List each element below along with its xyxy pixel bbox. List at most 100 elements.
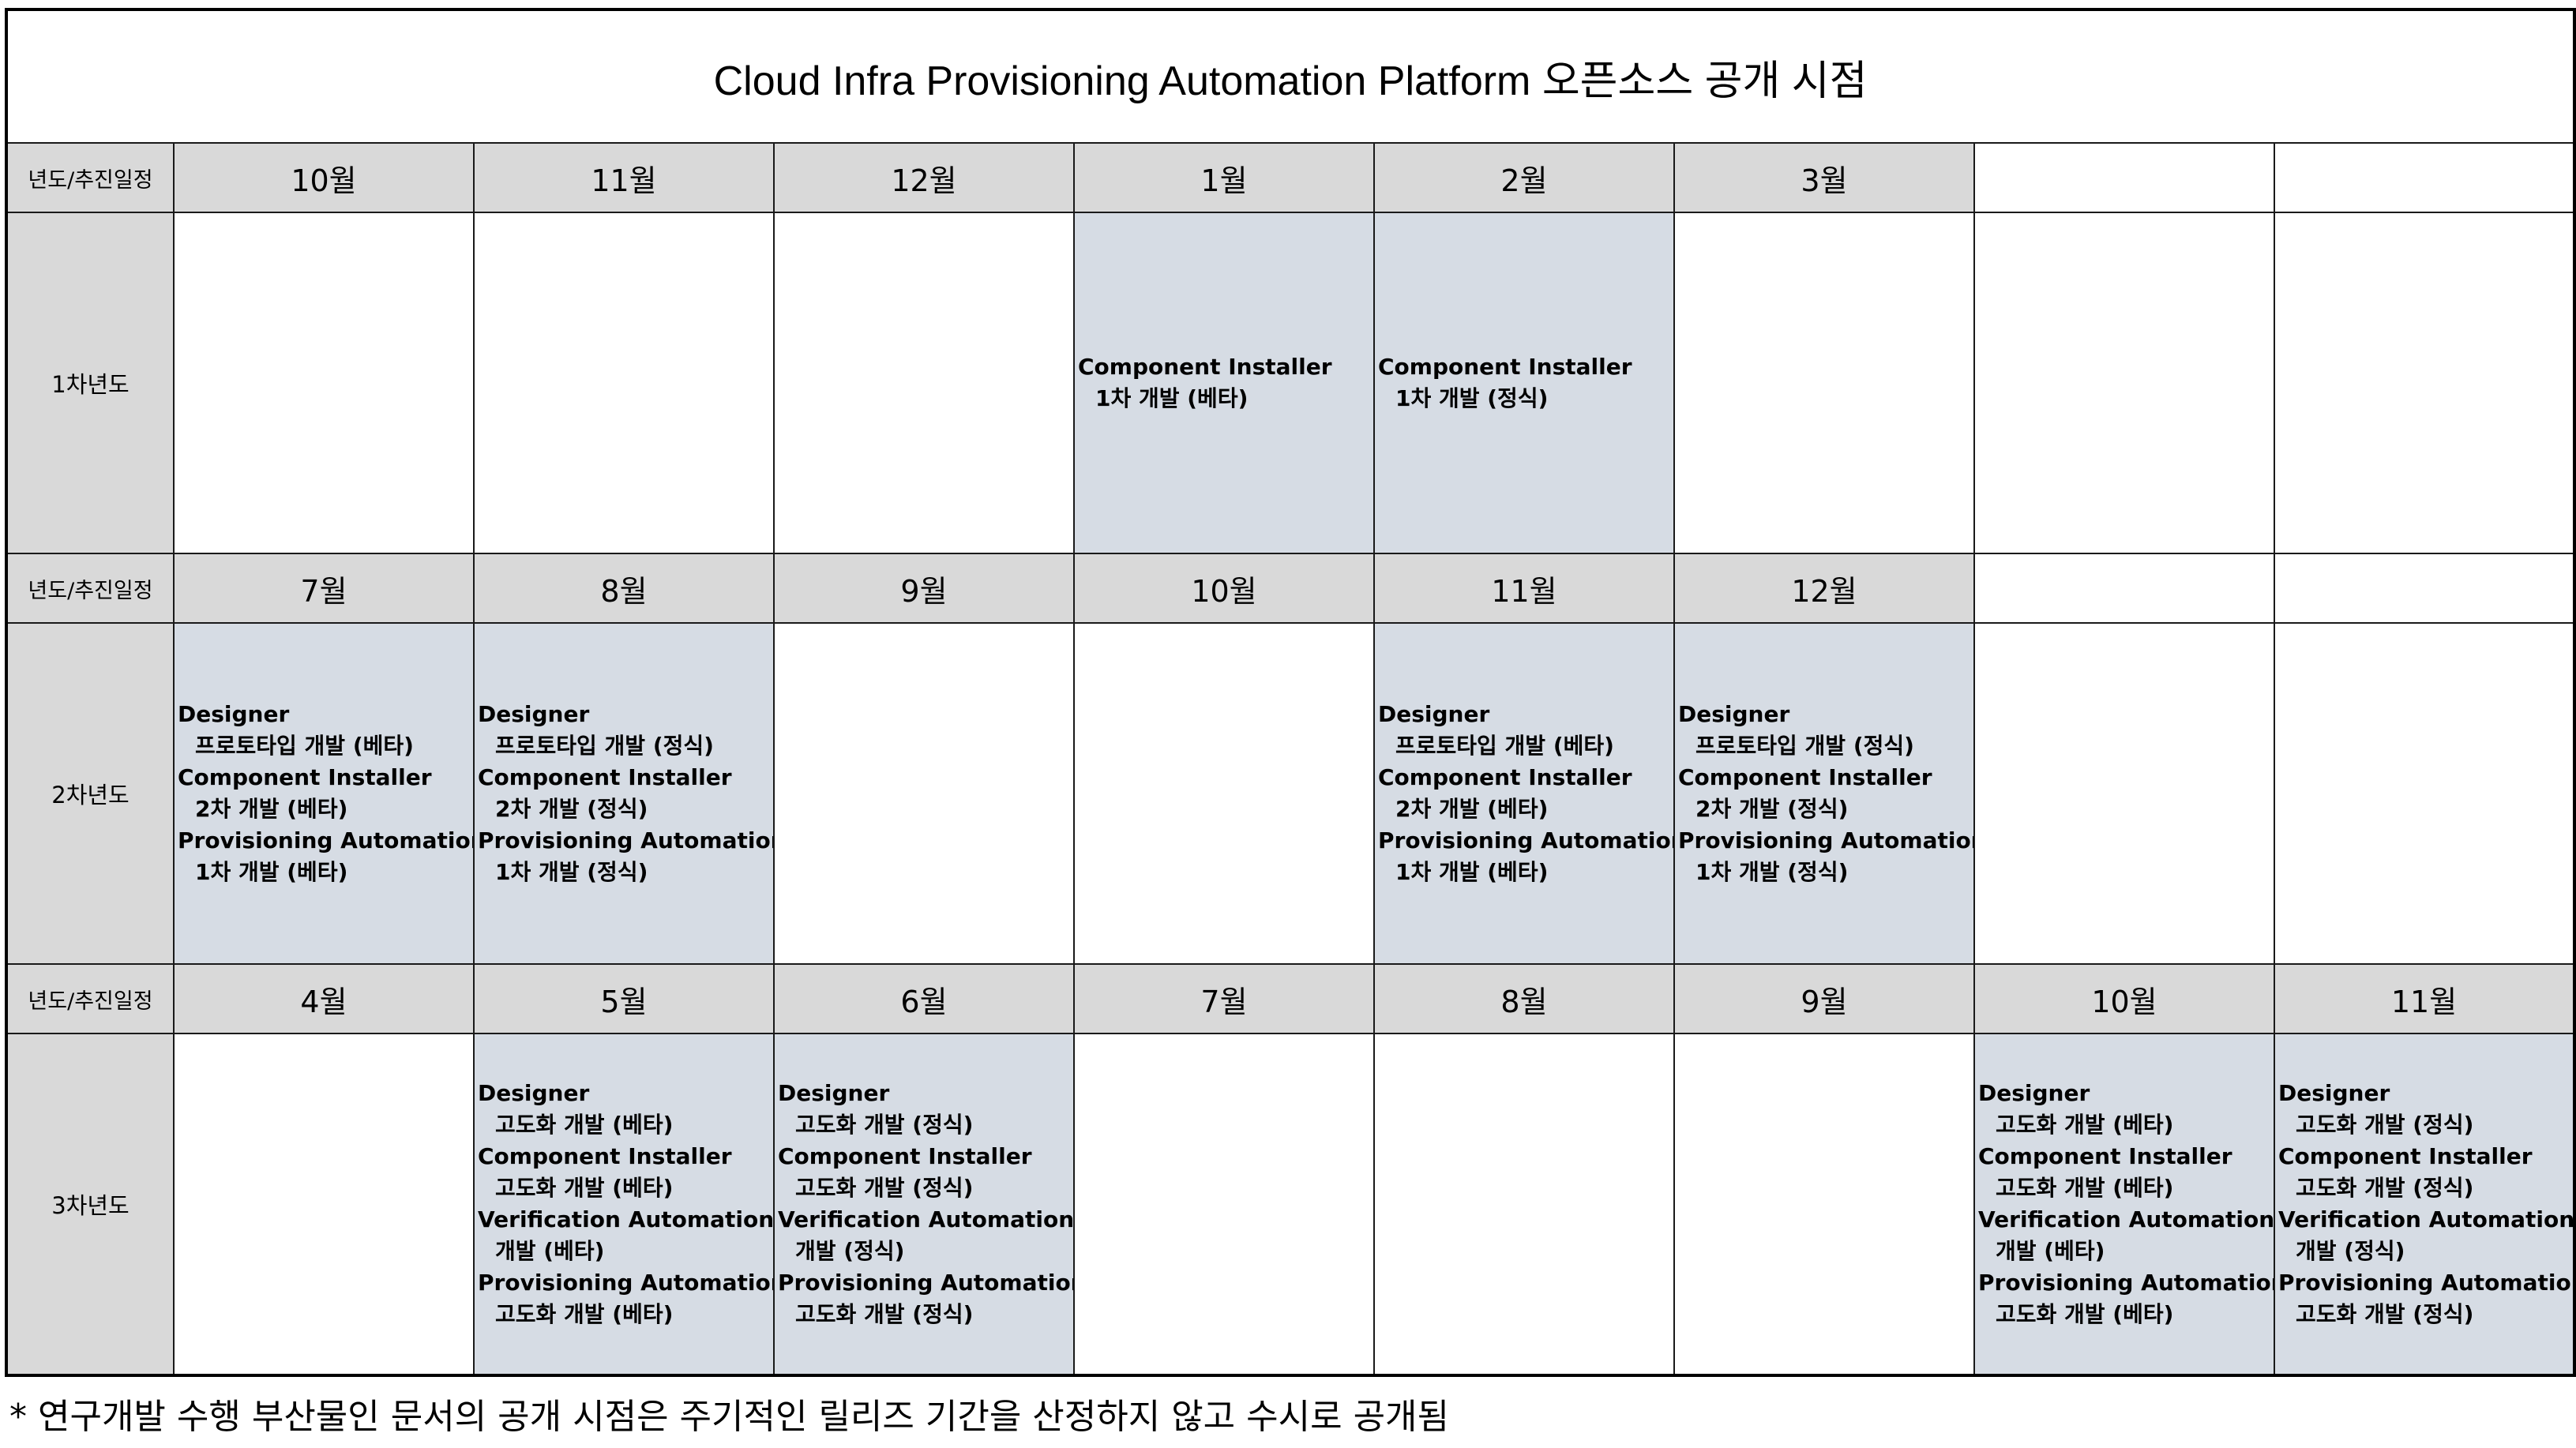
release-stage: 고도화 개발 (베타): [495, 1112, 674, 1138]
month-header-cell: 9월: [1673, 963, 1975, 1034]
component-name: Component Installer: [478, 764, 732, 790]
year-schedule-row: 2차년도 Designer 프로토타입 개발 (베타) Component Insta…: [6, 622, 2576, 965]
schedule-cell: Designer 고도화 개발 (정식) Component Installer 고도…: [773, 1033, 1075, 1376]
release-stage: 고도화 개발 (베타): [1996, 1112, 2174, 1138]
release-item-list: Designer 고도화 개발 (베타) Component Installer 고도…: [475, 1078, 774, 1330]
release-stage: 개발 (정식): [2296, 1238, 2405, 1264]
schedule-cell: Designer 프로토타입 개발 (베타) Component Installer…: [173, 622, 475, 965]
release-stage: 1차 개발 (베타): [1095, 385, 1249, 411]
component-name: Component Installer: [1078, 354, 1332, 380]
month-header-cell: 10월: [1073, 553, 1375, 624]
schedule-cell: [1973, 622, 2275, 965]
month-header-row: 년도/추진일정 4월 5월 6월 7월 8월 9월 10월 11월: [6, 963, 2576, 1034]
release-stage: 2차 개발 (베타): [195, 796, 348, 822]
release-item-list: Designer 프로토타입 개발 (베타) Component Installer…: [175, 699, 474, 888]
release-item-list: Component Installer 1차 개발 (베타): [1076, 351, 1372, 415]
title-row: Cloud Infra Provisioning Automation Plat…: [5, 9, 2576, 144]
component-name: Component Installer: [2278, 1143, 2533, 1169]
component-name: Provisioning Automation: [778, 1270, 1074, 1296]
release-stage: 고도화 개발 (베타): [1996, 1175, 2174, 1201]
component-name: Component Installer: [178, 764, 432, 790]
schedule-cell: [773, 212, 1075, 554]
year-label: 3차년도: [6, 1033, 175, 1376]
schedule-cell: [1073, 1033, 1375, 1376]
release-stage: 2차 개발 (정식): [1695, 796, 1849, 822]
schedule-cell: [1973, 212, 2275, 554]
schedule-cell: Designer 프로토타입 개발 (베타) Component Installer…: [1373, 622, 1675, 965]
schedule-cell: Designer 고도화 개발 (베타) Component Installer 고도…: [473, 1033, 775, 1376]
top-column-strip: [5, 0, 2573, 8]
schedule-cell: [173, 1033, 475, 1376]
release-schedule-table: Cloud Infra Provisioning Automation Plat…: [5, 8, 2576, 1377]
month-header-cell: 7월: [173, 553, 475, 624]
release-stage: 2차 개발 (정식): [495, 796, 648, 822]
component-name: Designer: [1678, 701, 1790, 727]
release-stage: 1차 개발 (정식): [495, 859, 648, 885]
component-name: Provisioning Automation: [478, 827, 774, 853]
month-header-cell: 2월: [1373, 142, 1675, 213]
schedule-cell: Designer 고도화 개발 (베타) Component Installer 고도…: [1973, 1033, 2275, 1376]
release-item-list: Designer 고도화 개발 (정식) Component Installer 고도…: [2276, 1078, 2575, 1330]
schedule-cell: Designer 고도화 개발 (정식) Component Installer 고도…: [2273, 1033, 2576, 1376]
release-item-list: Designer 프로토타입 개발 (베타) Component Installer…: [1376, 699, 1674, 888]
month-header-cell: [1973, 553, 2275, 624]
release-stage: 1차 개발 (정식): [1695, 859, 1849, 885]
schedule-cell: [1673, 212, 1975, 554]
row-header-label: 년도/추진일정: [6, 142, 175, 213]
month-header-cell: 3월: [1673, 142, 1975, 213]
component-name: Provisioning Automation: [1378, 827, 1674, 853]
schedule-cell: [2273, 622, 2576, 965]
component-name: Provisioning Automation: [178, 827, 474, 853]
year-schedule-row: 1차년도 Component Installer 1차 개발 (베타) Compone…: [6, 212, 2576, 554]
release-stage: 고도화 개발 (정식): [2296, 1112, 2474, 1138]
component-name: Component Installer: [1378, 764, 1632, 790]
component-name: Component Installer: [1378, 354, 1632, 380]
component-name: Verification Automation: [478, 1206, 774, 1232]
component-name: Verification Automation: [2278, 1206, 2575, 1232]
month-header-cell: 11월: [473, 142, 775, 213]
month-header-cell: [2273, 142, 2576, 213]
month-header-row: 년도/추진일정 7월 8월 9월 10월 11월 12월: [6, 553, 2576, 624]
component-name: Provisioning Automation: [2278, 1270, 2575, 1296]
component-name: Verification Automation: [778, 1206, 1074, 1232]
component-name: Designer: [478, 1080, 590, 1106]
year-label: 2차년도: [6, 622, 175, 965]
month-header-row: 년도/추진일정 10월 11월 12월 1월 2월 3월: [6, 142, 2576, 213]
release-stage: 2차 개발 (베타): [1395, 796, 1549, 822]
release-stage: 프로토타입 개발 (정식): [1695, 733, 1914, 759]
footnote: * 연구개발 수행 부산물인 문서의 공개 시점은 주기적인 릴리즈 기간을 산…: [9, 1397, 1450, 1437]
year-label: 1차년도: [6, 212, 175, 554]
component-name: Component Installer: [1978, 1143, 2232, 1169]
release-stage: 프로토타입 개발 (정식): [495, 733, 714, 759]
month-header-cell: 11월: [2273, 963, 2576, 1034]
month-header-cell: 11월: [1373, 553, 1675, 624]
release-item-list: Designer 프로토타입 개발 (정식) Component Installer…: [1676, 699, 1974, 888]
release-stage: 고도화 개발 (정식): [2296, 1301, 2474, 1327]
component-name: Designer: [478, 701, 590, 727]
year-schedule-row: 3차년도 Designer 고도화 개발 (베타) Component Install…: [6, 1033, 2576, 1376]
release-item-list: Designer 프로토타입 개발 (정식) Component Installer…: [475, 699, 774, 888]
release-stage: 고도화 개발 (베타): [495, 1175, 674, 1201]
schedule-cell: [173, 212, 475, 554]
component-name: Provisioning Automation: [1978, 1270, 2274, 1296]
row-header-label: 년도/추진일정: [6, 963, 175, 1034]
release-stage: 1차 개발 (베타): [1395, 859, 1549, 885]
component-name: Component Installer: [778, 1143, 1032, 1169]
month-header-cell: 10월: [1973, 963, 2275, 1034]
month-header-cell: 10월: [173, 142, 475, 213]
release-stage: 고도화 개발 (정식): [795, 1175, 974, 1201]
release-stage: 고도화 개발 (베타): [1996, 1301, 2174, 1327]
component-name: Designer: [778, 1080, 890, 1106]
component-name: Component Installer: [1678, 764, 1932, 790]
month-header-cell: 8월: [1373, 963, 1675, 1034]
month-header-cell: [1973, 142, 2275, 213]
month-header-cell: 12월: [1673, 553, 1975, 624]
month-header-cell: 6월: [773, 963, 1075, 1034]
schedule-cell: [1373, 1033, 1675, 1376]
component-name: Designer: [178, 701, 290, 727]
component-name: Provisioning Automation: [1678, 827, 1974, 853]
release-stage: 1차 개발 (정식): [1395, 385, 1549, 411]
schedule-cell: Component Installer 1차 개발 (베타): [1073, 212, 1375, 554]
release-stage: 고도화 개발 (정식): [2296, 1175, 2474, 1201]
month-header-cell: 12월: [773, 142, 1075, 213]
